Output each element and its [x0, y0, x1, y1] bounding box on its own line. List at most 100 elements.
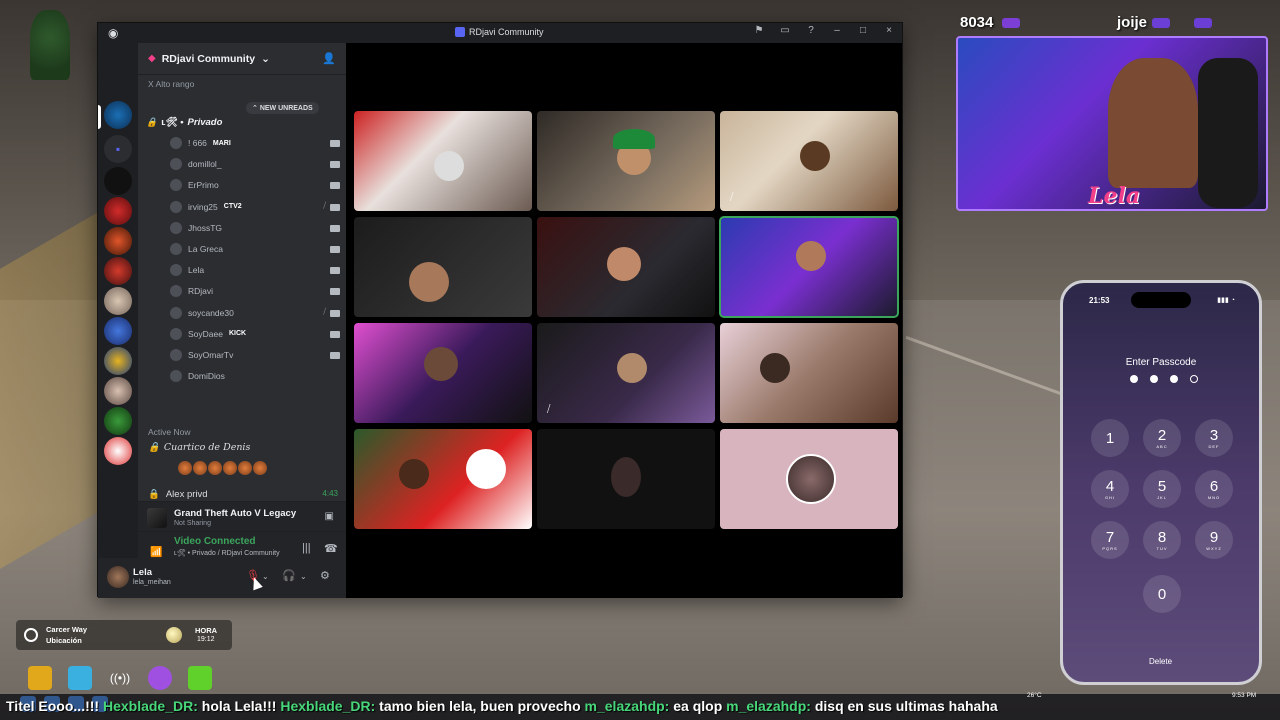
avatar[interactable] [223, 461, 237, 475]
video-tile[interactable] [354, 429, 532, 529]
server-icon[interactable] [104, 257, 132, 285]
server-icon[interactable] [104, 347, 132, 375]
server-mini-icon [455, 27, 465, 37]
server-icon[interactable] [104, 167, 132, 195]
video-tile[interactable] [537, 111, 715, 211]
camera-on-icon [330, 246, 340, 253]
help-icon[interactable]: ? [804, 25, 818, 36]
voice-user-row[interactable]: JhossTG [170, 218, 340, 238]
video-tile[interactable] [354, 217, 532, 317]
avatar[interactable] [193, 461, 207, 475]
video-tile[interactable] [720, 323, 898, 423]
voice-user-row[interactable]: irving25 CTV2 ⧸ [170, 197, 340, 217]
connection-signal-icon[interactable]: 📶 [150, 547, 162, 558]
passcode-title: Enter Passcode [1125, 357, 1197, 368]
window-title-text: RDjavi Community [469, 27, 544, 37]
background-rail [0, 211, 100, 569]
video-tile-avatar[interactable] [720, 429, 898, 529]
server-icon[interactable] [104, 317, 132, 345]
participant-video [399, 459, 429, 489]
flag-icon[interactable]: ⚑ [752, 25, 766, 36]
avatar [170, 221, 182, 234]
voice-user-row[interactable]: La Greca [170, 239, 340, 259]
keypad-key[interactable]: 4 GHI [1091, 470, 1129, 508]
key-letters: TUV [1156, 545, 1168, 551]
disconnect-icon[interactable]: ☎ [324, 542, 338, 555]
active-channel-row[interactable]: 🔒 Alex privd 4:43 [148, 489, 338, 500]
keypad-key[interactable]: 3 DEF [1195, 419, 1233, 457]
voice-user-row[interactable]: RDjavi [170, 281, 340, 301]
discord-window[interactable]: ◉ RDjavi Community ⚑ ▭ ? – □ × ▪ ◆ RDjav… [97, 22, 903, 598]
chevron-down-icon[interactable]: ⌄ [300, 572, 307, 581]
guild-header[interactable]: ◆ RDjavi Community ⌄ 👤 [138, 43, 346, 75]
voice-user-row[interactable]: DomiDios [170, 366, 340, 386]
maximize-button[interactable]: □ [856, 25, 870, 36]
noise-suppression-icon[interactable]: ||| [302, 542, 311, 554]
video-tile[interactable]: ⧸ [720, 111, 898, 211]
chat-message: hola Lela!!! [201, 698, 277, 714]
invite-people-icon[interactable]: 👤 [322, 52, 336, 65]
server-icon[interactable] [104, 287, 132, 315]
settings-gear-icon[interactable]: ⚙ [320, 569, 330, 582]
video-tile[interactable] [354, 111, 532, 211]
video-tile[interactable] [354, 323, 532, 423]
server-icon[interactable] [104, 377, 132, 405]
keypad-key[interactable]: 2 ABC [1143, 419, 1181, 457]
voice-user-row[interactable]: Lela [170, 260, 340, 280]
voice-user-row[interactable]: domillol_ [170, 154, 340, 174]
location-hud: Carcer Way Ubicación HORA 19:12 [16, 620, 232, 650]
video-tile[interactable]: ⧸ [537, 323, 715, 423]
video-tile[interactable] [537, 217, 715, 317]
title-bar[interactable]: ◉ RDjavi Community ⚑ ▭ ? – □ × [98, 23, 902, 43]
video-tile-speaking[interactable] [719, 216, 899, 318]
keypad-key[interactable]: 1 [1091, 419, 1129, 457]
headphones-icon[interactable]: 🎧 [282, 569, 296, 582]
server-icon-rdjavi[interactable] [104, 101, 132, 129]
avatar[interactable] [178, 461, 192, 475]
avatar [786, 454, 836, 504]
camera-on-icon [330, 309, 340, 317]
voice-user-name: irving25 [188, 201, 218, 212]
muted-icon: ⧸ [323, 200, 326, 210]
voice-user-row[interactable]: SoyDaee KICK [170, 324, 340, 344]
gaming-chair [1198, 58, 1258, 208]
voice-channel-privado[interactable]: 🔒 ʟ🛠 • Privado [146, 117, 222, 128]
chat-username: Hexblade_DR: [102, 698, 198, 714]
chat-username: Hexblade_DR: [280, 698, 376, 714]
folder-icon[interactable]: ▪ [104, 135, 132, 163]
minimize-button[interactable]: – [830, 25, 844, 36]
voice-user-row[interactable]: SoyOmarTv [170, 345, 340, 365]
avatar[interactable] [208, 461, 222, 475]
server-icon[interactable] [104, 227, 132, 255]
active-category[interactable]: 🔒 Cuartico de Denis [148, 442, 250, 453]
chevron-down-icon[interactable]: ⌄ [262, 572, 269, 581]
new-unreads-pill[interactable]: ⌃ NEW UNREADS [246, 102, 319, 114]
voice-user-row[interactable]: ErPrimo [170, 175, 340, 195]
badge-icon [1152, 18, 1170, 28]
video-tile[interactable] [537, 429, 715, 529]
category-header[interactable]: X Alto rango [148, 79, 194, 89]
screen-share-icon[interactable]: ▣ [325, 511, 334, 522]
server-icon[interactable] [104, 437, 132, 465]
avatar[interactable] [107, 566, 129, 588]
keypad-key[interactable]: 0 [1143, 575, 1181, 613]
keypad-key[interactable]: 9 WXYZ [1195, 521, 1233, 559]
delete-button[interactable]: Delete [1149, 657, 1172, 666]
keypad-key[interactable]: 8 TUV [1143, 521, 1181, 559]
keypad-key[interactable]: 7 PQRS [1091, 521, 1129, 559]
avatar [170, 179, 182, 192]
participant-video [611, 457, 641, 497]
keypad-key[interactable]: 6 MNO [1195, 470, 1233, 508]
chat-username: m_elazahdp: [584, 698, 670, 714]
keypad-key[interactable]: 5 JKL [1143, 470, 1181, 508]
inbox-icon[interactable]: ▭ [778, 25, 792, 36]
close-button[interactable]: × [882, 25, 896, 36]
voice-user-row[interactable]: soycande30 ⧸ [170, 303, 340, 323]
avatar[interactable] [253, 461, 267, 475]
voice-user-row[interactable]: ! 666 MARI [170, 133, 340, 153]
server-icon[interactable] [104, 197, 132, 225]
user-name: Lela [133, 567, 153, 578]
video-grid: ⧸ ⧸ [346, 43, 902, 598]
avatar[interactable] [238, 461, 252, 475]
server-icon[interactable] [104, 407, 132, 435]
